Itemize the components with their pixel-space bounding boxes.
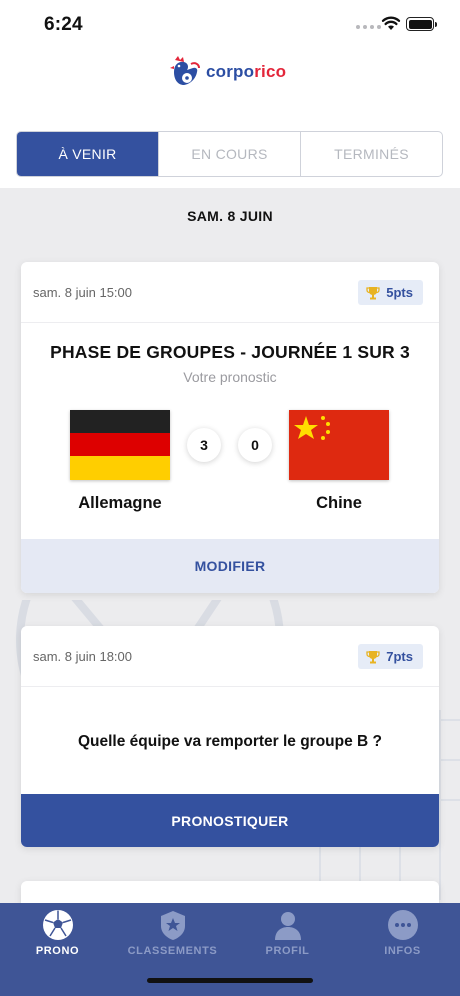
prediction-subtitle: Votre pronostic <box>183 369 277 385</box>
points-badge: 7pts <box>358 644 423 669</box>
team-b-name: Chine <box>316 494 362 512</box>
tabbar-item-classements[interactable]: CLASSEMENTS <box>115 903 230 973</box>
tabbar-label: CLASSEMENTS <box>127 945 218 957</box>
question-card: sam. 8 juin 18:00 7pts Quelle équipe va … <box>21 626 439 847</box>
tabbar-item-infos[interactable]: INFOS <box>345 903 460 973</box>
tab-termines[interactable]: TERMINÉS <box>301 132 442 176</box>
battery-icon <box>406 17 437 31</box>
china-flag-icon <box>289 410 389 480</box>
card-header: sam. 8 juin 15:00 5pts <box>21 262 439 323</box>
points-badge: 5pts <box>358 280 423 305</box>
match-card: sam. 8 juin 15:00 5pts PHASE DE GROUPES … <box>21 262 439 593</box>
tab-en-cours[interactable]: EN COURS <box>159 132 301 176</box>
rooster-logo-icon <box>170 56 200 85</box>
team-a-name: Allemagne <box>78 494 162 512</box>
tabbar-label: INFOS <box>384 945 421 957</box>
match-datetime: sam. 8 juin 18:00 <box>33 649 133 664</box>
segmented-tabs: À VENIR EN COURS TERMINÉS <box>16 131 443 177</box>
header-area: 6:24 corporico À VENIR EN COURS TERMINÉS <box>0 0 460 188</box>
star-badge-icon <box>156 908 190 942</box>
chat-bubble-icon <box>386 908 420 942</box>
question-text: Quelle équipe va remporter le groupe B ? <box>77 733 383 750</box>
wifi-icon <box>381 16 401 30</box>
home-indicator[interactable] <box>147 978 313 983</box>
tabbar-item-profil[interactable]: PROFIL <box>230 903 345 973</box>
user-icon <box>271 908 305 942</box>
brand-logo: corporico <box>166 54 286 90</box>
score-team-a[interactable]: 3 <box>187 428 221 462</box>
points-value: 5pts <box>386 285 413 300</box>
tabbar-label: PRONO <box>35 945 80 957</box>
pronostiquer-button[interactable]: PRONOSTIQUER <box>21 794 439 847</box>
tabbar-item-prono[interactable]: PRONO <box>0 903 115 973</box>
status-bar: 6:24 <box>0 0 460 50</box>
germany-flag-icon <box>70 410 170 480</box>
match-datetime: sam. 8 juin 15:00 <box>33 285 133 300</box>
tab-a-venir[interactable]: À VENIR <box>17 132 159 176</box>
phase-title: PHASE DE GROUPES - JOURNÉE 1 SUR 3 <box>50 342 410 362</box>
cellular-signal-icon <box>356 25 381 29</box>
points-value: 7pts <box>386 649 413 664</box>
status-time: 6:24 <box>44 14 83 35</box>
card-header: sam. 8 juin 18:00 7pts <box>21 626 439 687</box>
modify-button[interactable]: MODIFIER <box>21 539 439 593</box>
day-header: SAM. 8 JUIN <box>187 208 273 224</box>
trophy-icon <box>366 286 380 299</box>
soccer-ball-icon <box>41 908 75 942</box>
brand-name: corporico <box>206 62 287 81</box>
score-team-b[interactable]: 0 <box>238 428 272 462</box>
trophy-icon <box>366 650 380 663</box>
tabbar-label: PROFIL <box>265 945 310 957</box>
